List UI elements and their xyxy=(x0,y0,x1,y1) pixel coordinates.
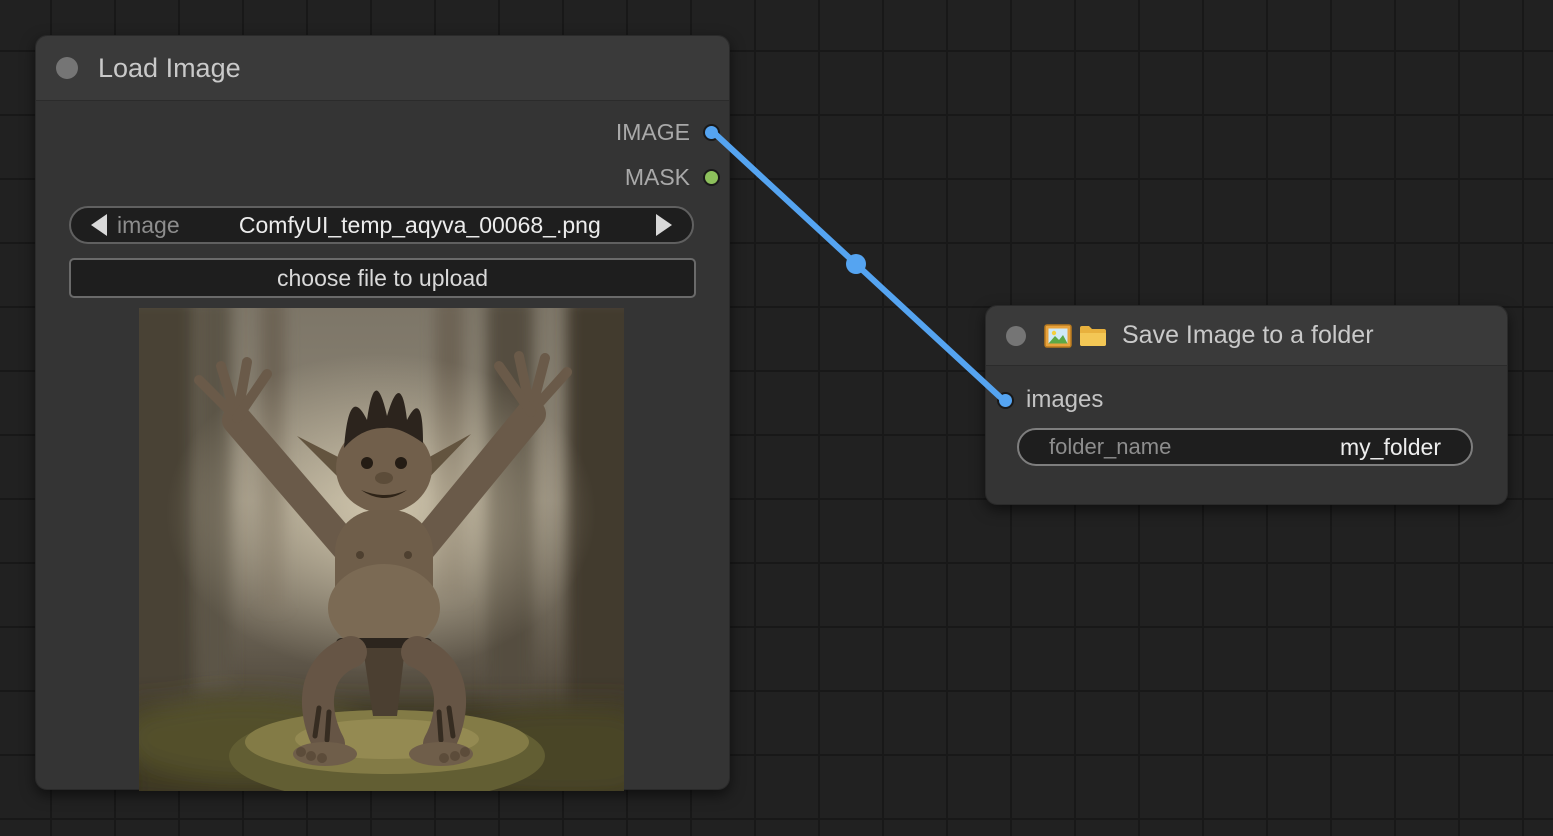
folder-name-widget[interactable]: folder_name my_folder xyxy=(1017,428,1473,466)
combo-prev-icon[interactable] xyxy=(91,214,107,236)
output-slot-image[interactable]: IMAGE xyxy=(616,115,720,149)
combo-next-icon[interactable] xyxy=(656,214,672,236)
node-load-image[interactable]: Load Image IMAGE MASK image ComfyUI_temp… xyxy=(35,35,730,790)
link-midpoint-dot[interactable] xyxy=(846,254,866,274)
folder-icon xyxy=(1078,323,1108,349)
output-label-mask: MASK xyxy=(625,164,690,191)
save-node-title-bar[interactable]: Save Image to a folder xyxy=(986,306,1507,366)
combo-widget-value[interactable]: ComfyUI_temp_aqyva_00068_.png xyxy=(194,212,646,239)
upload-button[interactable]: choose file to upload xyxy=(69,258,696,298)
combo-widget-name: image xyxy=(117,212,180,239)
image-preview xyxy=(139,308,624,791)
collapse-dot[interactable] xyxy=(1006,326,1026,346)
image-combo-widget[interactable]: image ComfyUI_temp_aqyva_00068_.png xyxy=(69,206,694,244)
load-image-title-bar[interactable]: Load Image xyxy=(36,36,729,101)
link-image-to-images xyxy=(712,131,1000,397)
output-dot-image[interactable] xyxy=(703,124,720,141)
node-graph-canvas[interactable]: Load Image IMAGE MASK image ComfyUI_temp… xyxy=(0,0,1553,836)
input-label-images: images xyxy=(1026,386,1103,414)
node-title-label: Load Image xyxy=(98,53,241,84)
folder-widget-value[interactable]: my_folder xyxy=(1340,434,1441,461)
node-save-image-to-folder[interactable]: Save Image to a folder images folder_nam… xyxy=(985,305,1508,505)
input-slot-images[interactable]: images xyxy=(997,383,1103,417)
input-dot-images[interactable] xyxy=(997,392,1014,409)
troll-preview-graphic xyxy=(139,308,624,791)
collapse-dot[interactable] xyxy=(56,57,78,79)
node-title-label: Save Image to a folder xyxy=(1122,321,1374,350)
folder-widget-name: folder_name xyxy=(1049,434,1171,460)
output-slot-mask[interactable]: MASK xyxy=(625,160,720,194)
image-icon xyxy=(1044,322,1072,350)
output-label-image: IMAGE xyxy=(616,119,690,146)
output-dot-mask[interactable] xyxy=(703,169,720,186)
